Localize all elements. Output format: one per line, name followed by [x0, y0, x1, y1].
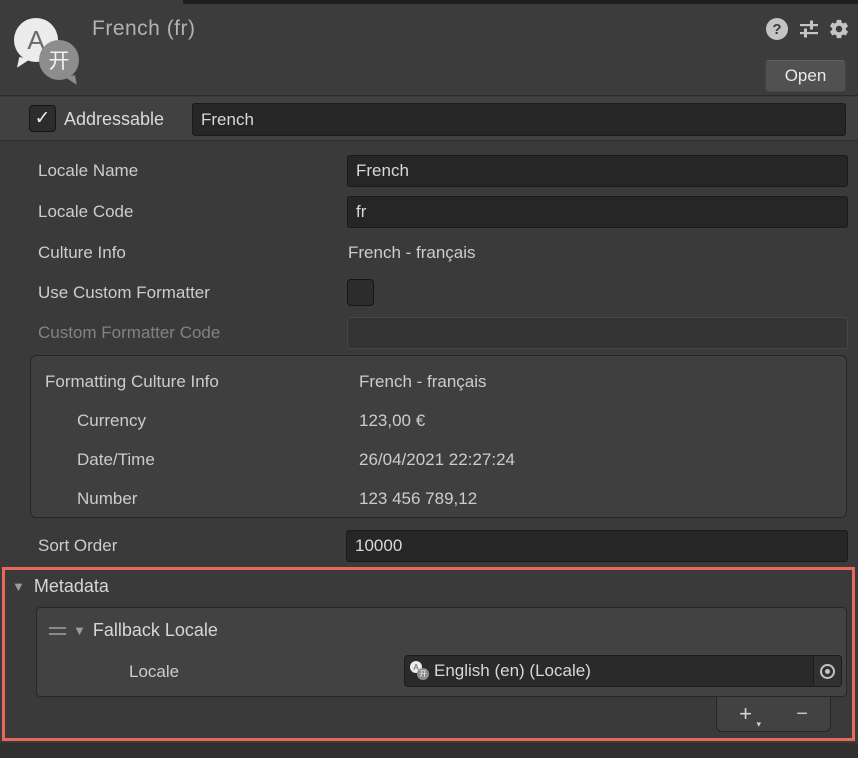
remove-metadata-button[interactable]: −	[788, 704, 816, 724]
formatting-culture-label: Formatting Culture Info	[45, 366, 219, 398]
object-picker-button[interactable]	[813, 656, 841, 686]
locale-code-label: Locale Code	[38, 196, 338, 228]
asset-title: French (fr)	[92, 17, 196, 41]
header-top-divider	[183, 0, 858, 4]
fallback-locale-label: Fallback Locale	[93, 620, 218, 641]
metadata-list-box: ▼ Fallback Locale Locale A 开 English (en…	[36, 607, 847, 697]
sort-order-input[interactable]	[346, 530, 848, 562]
use-custom-formatter-label: Use Custom Formatter	[38, 277, 338, 309]
metadata-list-toolbar: + ▾ −	[716, 697, 831, 732]
help-glyph: ?	[772, 21, 781, 38]
fallback-locale-field-label: Locale	[129, 656, 179, 688]
formatting-row-currency: Currency 123,00 €	[31, 405, 846, 437]
sort-order-label: Sort Order	[38, 530, 338, 562]
formatting-row-datetime: Date/Time 26/04/2021 22:27:24	[31, 444, 846, 476]
foldout-arrow-icon: ▼	[12, 579, 25, 594]
datetime-label: Date/Time	[77, 444, 155, 476]
locale-name-input[interactable]	[347, 155, 848, 187]
help-icon[interactable]: ?	[766, 18, 788, 40]
culture-info-value: French - français	[348, 237, 476, 269]
locale-object-field[interactable]: A 开 English (en) (Locale)	[404, 655, 842, 687]
locale-code-input[interactable]	[347, 196, 848, 228]
addressable-address-input[interactable]	[192, 103, 846, 136]
metadata-label: Metadata	[34, 576, 109, 597]
number-value: 123 456 789,12	[359, 483, 477, 515]
datetime-value: 26/04/2021 22:27:24	[359, 444, 515, 476]
gear-icon[interactable]	[828, 18, 850, 40]
addressable-row: ✓ Addressable	[0, 97, 858, 141]
open-button-label: Open	[785, 66, 827, 86]
add-metadata-button[interactable]: + ▾	[731, 703, 760, 725]
formatting-culture-box: Formatting Culture Info French - françai…	[30, 355, 847, 518]
custom-formatter-code-input	[347, 317, 848, 349]
open-button[interactable]: Open	[765, 60, 846, 92]
addressable-label: Addressable	[64, 97, 164, 141]
inspector-panel: A 开 French (fr) ? Open ✓ Addressable Loc…	[0, 0, 858, 758]
inspector-header: A 开 French (fr) ? Open	[0, 0, 858, 96]
locale-asset-icon: A 开	[12, 14, 82, 82]
dropdown-caret-icon: ▾	[756, 720, 761, 729]
han-bubble-icon: 开	[39, 40, 79, 80]
number-label: Number	[77, 483, 137, 515]
foldout-arrow-icon: ▼	[73, 623, 86, 638]
use-custom-formatter-checkbox[interactable]	[347, 279, 374, 306]
drag-handle-icon[interactable]	[49, 627, 66, 635]
currency-label: Currency	[77, 405, 146, 437]
han-bubble-mini-icon: 开	[417, 668, 429, 680]
metadata-foldout[interactable]: ▼ Metadata	[12, 576, 109, 597]
locale-object-value: English (en) (Locale)	[434, 661, 813, 681]
locale-mini-icon: A 开	[410, 661, 430, 681]
presets-icon[interactable]	[798, 18, 820, 40]
fallback-locale-foldout[interactable]: ▼ Fallback Locale	[49, 620, 218, 641]
checkmark-icon: ✓	[35, 109, 51, 128]
formatting-row-number: Number 123 456 789,12	[31, 483, 846, 515]
plus-icon: +	[739, 701, 752, 726]
locale-name-label: Locale Name	[38, 155, 338, 187]
addressable-checkbox[interactable]: ✓	[29, 105, 56, 132]
currency-value: 123,00 €	[359, 405, 425, 437]
culture-info-label: Culture Info	[38, 237, 338, 269]
object-picker-icon	[820, 664, 835, 679]
formatting-culture-value: French - français	[359, 366, 487, 398]
custom-formatter-code-label: Custom Formatter Code	[38, 317, 338, 349]
panel-bottom-gutter	[0, 743, 858, 758]
minus-icon: −	[796, 703, 808, 725]
